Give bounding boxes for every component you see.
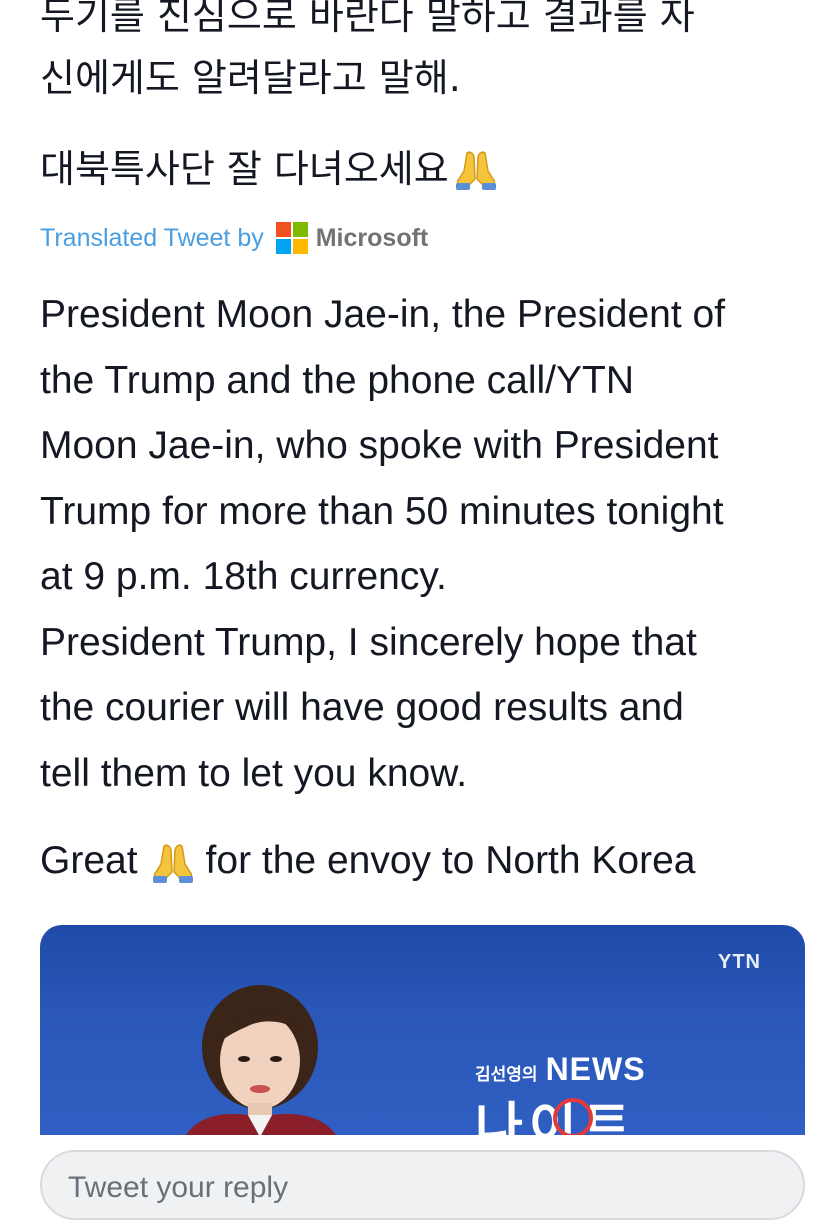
translated-closing: Great for the envoy to North Korea: [40, 828, 695, 893]
translation-line: President Trump, I sincerely hope that: [40, 620, 697, 664]
original-line: 신에게도 알려달라고 말해.: [40, 56, 461, 100]
translation-line: Moon Jae-in, who spoke with President: [40, 424, 719, 467]
translation-line: President Moon Jae-in, the President of: [40, 293, 726, 336]
translated-tweet-text: President Moon Jae-in, the President of …: [40, 282, 820, 806]
closing-before-emoji: Great: [40, 839, 138, 882]
original-closing: 대북특사단 잘 다녀오세요: [40, 140, 820, 198]
reply-bar[interactable]: [40, 1150, 805, 1220]
translation-line: Trump for more than 50 minutes tonight: [40, 489, 724, 533]
translator-name: Microsoft: [315, 223, 429, 252]
closing-after-emoji: for the envoy to North Korea: [205, 839, 696, 882]
news-anchor-image: [186, 985, 336, 1135]
translated-by-row[interactable]: Translated Tweet by Microsoft: [40, 218, 428, 258]
show-title-ring-decoration: [553, 1098, 593, 1135]
reply-input[interactable]: [68, 1166, 768, 1210]
original-line: 두기를 진심으로 바란다 말하고 결과를 자: [40, 0, 695, 38]
show-title-row: 김선영의 NEWS: [475, 1051, 646, 1088]
translation-line: the courier will have good results and: [40, 686, 684, 729]
translation-line: at 9 p.m. 18th currency.: [40, 555, 447, 598]
original-tweet-text: 두기를 진심으로 바란다 말하고 결과를 자 신에게도 알려달라고 말해.: [40, 0, 820, 107]
translation-line: the Trump and the phone call/YTN: [40, 358, 635, 402]
original-closing-text: 대북특사단 잘 다녀오세요: [40, 147, 449, 191]
translation-line: tell them to let you know.: [40, 751, 468, 795]
show-host: 김선영의: [475, 1065, 538, 1085]
media-thumbnail[interactable]: YTN 김선영의 NEWS 나이트: [40, 925, 805, 1135]
microsoft-logo-icon: [275, 222, 308, 254]
folded-hands-emoji: [453, 147, 499, 191]
show-title-en: NEWS: [545, 1051, 646, 1087]
translated-tweet-label[interactable]: Translated Tweet by: [40, 224, 264, 253]
folded-hands-emoji: [150, 839, 196, 883]
ytn-logo: YTN: [718, 951, 761, 973]
